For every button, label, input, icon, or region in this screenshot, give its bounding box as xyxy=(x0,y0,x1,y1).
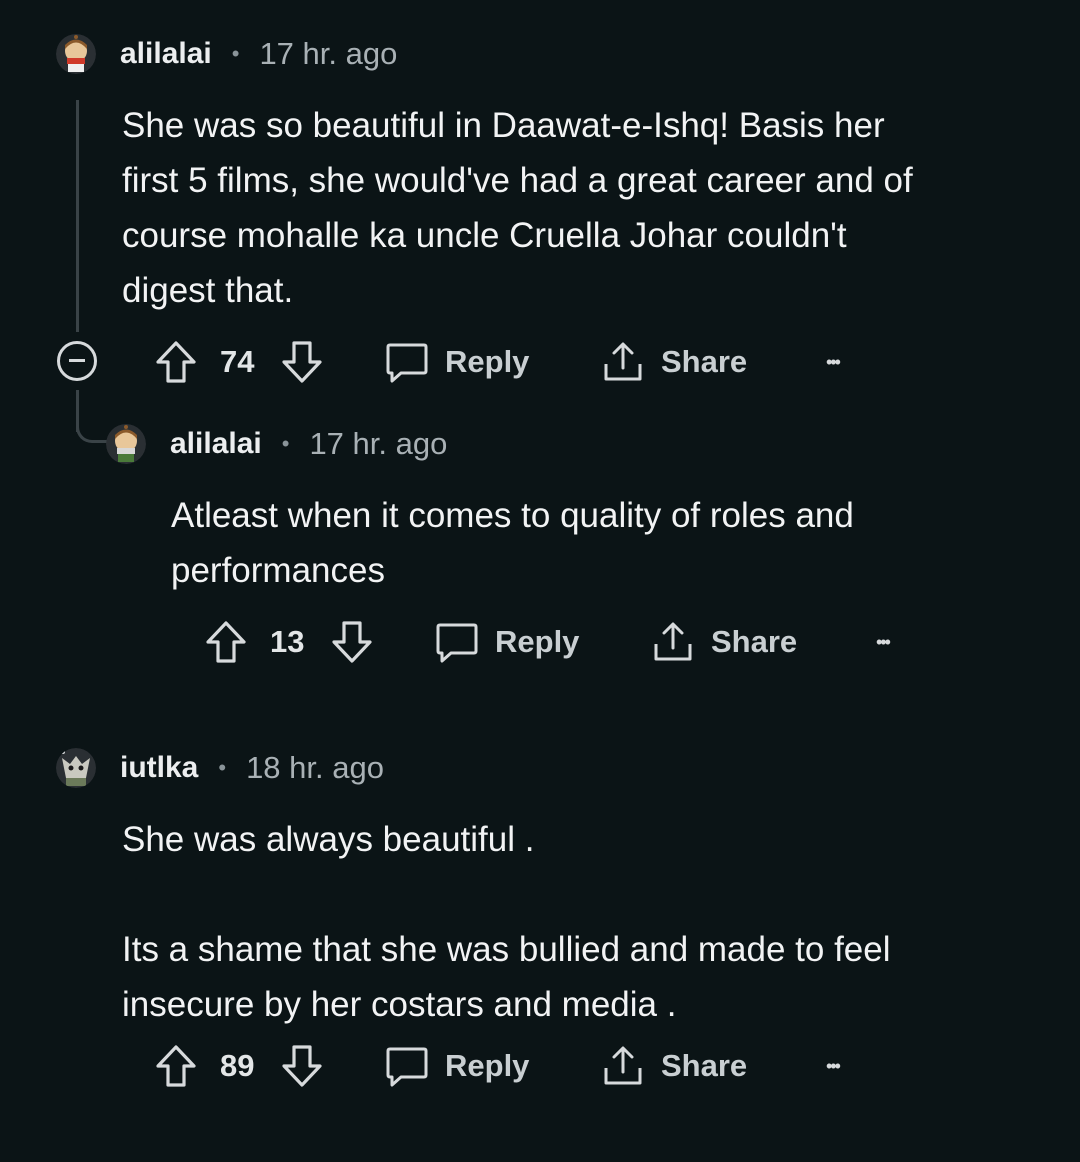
upvote-arrow-icon xyxy=(206,621,246,663)
separator-dot: • xyxy=(281,431,290,456)
timestamp: 18 hr. ago xyxy=(246,750,384,785)
username[interactable]: iutlka xyxy=(120,751,198,785)
upvote-button[interactable] xyxy=(155,332,197,392)
reply-label: Reply xyxy=(495,624,580,659)
user-avatar[interactable] xyxy=(106,424,146,464)
downvote-arrow-icon xyxy=(282,1045,322,1087)
reply-button[interactable]: Reply xyxy=(435,612,579,672)
comment-bubble-icon xyxy=(386,343,428,383)
share-upload-icon xyxy=(604,1046,642,1085)
vote-count: 89 xyxy=(220,1048,255,1083)
vote-count: 13 xyxy=(270,624,305,659)
more-options-button[interactable]: ••• xyxy=(826,1036,841,1096)
share-button[interactable]: Share xyxy=(601,1036,747,1096)
vote-count: 74 xyxy=(220,344,255,379)
comment-body: Atleast when it comes to quality of role… xyxy=(171,496,854,590)
timestamp: 17 hr. ago xyxy=(309,426,448,461)
username[interactable]: alilalai xyxy=(120,37,212,71)
downvote-button[interactable] xyxy=(331,612,373,672)
comment-header: alilalai • 17 hr. ago xyxy=(106,422,447,466)
upvote-button[interactable] xyxy=(155,1036,197,1096)
comment-header: iutlka • 18 hr. ago xyxy=(56,746,384,790)
comment-header: alilalai • 17 hr. ago xyxy=(56,32,397,76)
downvote-button[interactable] xyxy=(281,332,323,392)
downvote-button[interactable] xyxy=(281,1036,323,1096)
separator-dot: • xyxy=(218,755,227,780)
comment-bubble-icon xyxy=(386,1047,428,1087)
share-button[interactable]: Share xyxy=(601,332,747,392)
comment-body: She was so beautiful in Daawat-e-Ishq! B… xyxy=(122,106,913,310)
reply-button[interactable]: Reply xyxy=(385,332,529,392)
more-options-button[interactable]: ••• xyxy=(826,332,841,392)
separator-dot: • xyxy=(231,41,240,66)
upvote-arrow-icon xyxy=(156,1045,196,1087)
upvote-arrow-icon xyxy=(156,341,196,383)
username[interactable]: alilalai xyxy=(170,427,262,461)
upvote-button[interactable] xyxy=(205,612,247,672)
thread-line-1 xyxy=(76,100,79,332)
comment-body: She was always beautiful . Its a shame t… xyxy=(122,820,891,1024)
more-options-button[interactable]: ••• xyxy=(876,612,891,672)
downvote-arrow-icon xyxy=(282,341,322,383)
comment-actions: 74 Reply Share ••• xyxy=(0,332,1080,392)
share-label: Share xyxy=(661,344,748,379)
downvote-arrow-icon xyxy=(332,621,372,663)
user-avatar[interactable] xyxy=(56,34,96,74)
share-upload-icon xyxy=(654,622,692,661)
comment-bubble-icon xyxy=(436,623,478,663)
share-label: Share xyxy=(661,1048,748,1083)
comment-actions: 13 Reply Share ••• xyxy=(0,612,1080,672)
comment-actions: 89 Reply Share ••• xyxy=(0,1036,1080,1096)
reply-button[interactable]: Reply xyxy=(385,1036,529,1096)
user-avatar[interactable] xyxy=(56,748,96,788)
reply-label: Reply xyxy=(445,344,530,379)
reply-label: Reply xyxy=(445,1048,530,1083)
timestamp: 17 hr. ago xyxy=(259,36,398,71)
share-button[interactable]: Share xyxy=(651,612,797,672)
thread-elbow xyxy=(76,412,109,443)
share-upload-icon xyxy=(604,342,642,381)
share-label: Share xyxy=(711,624,798,659)
